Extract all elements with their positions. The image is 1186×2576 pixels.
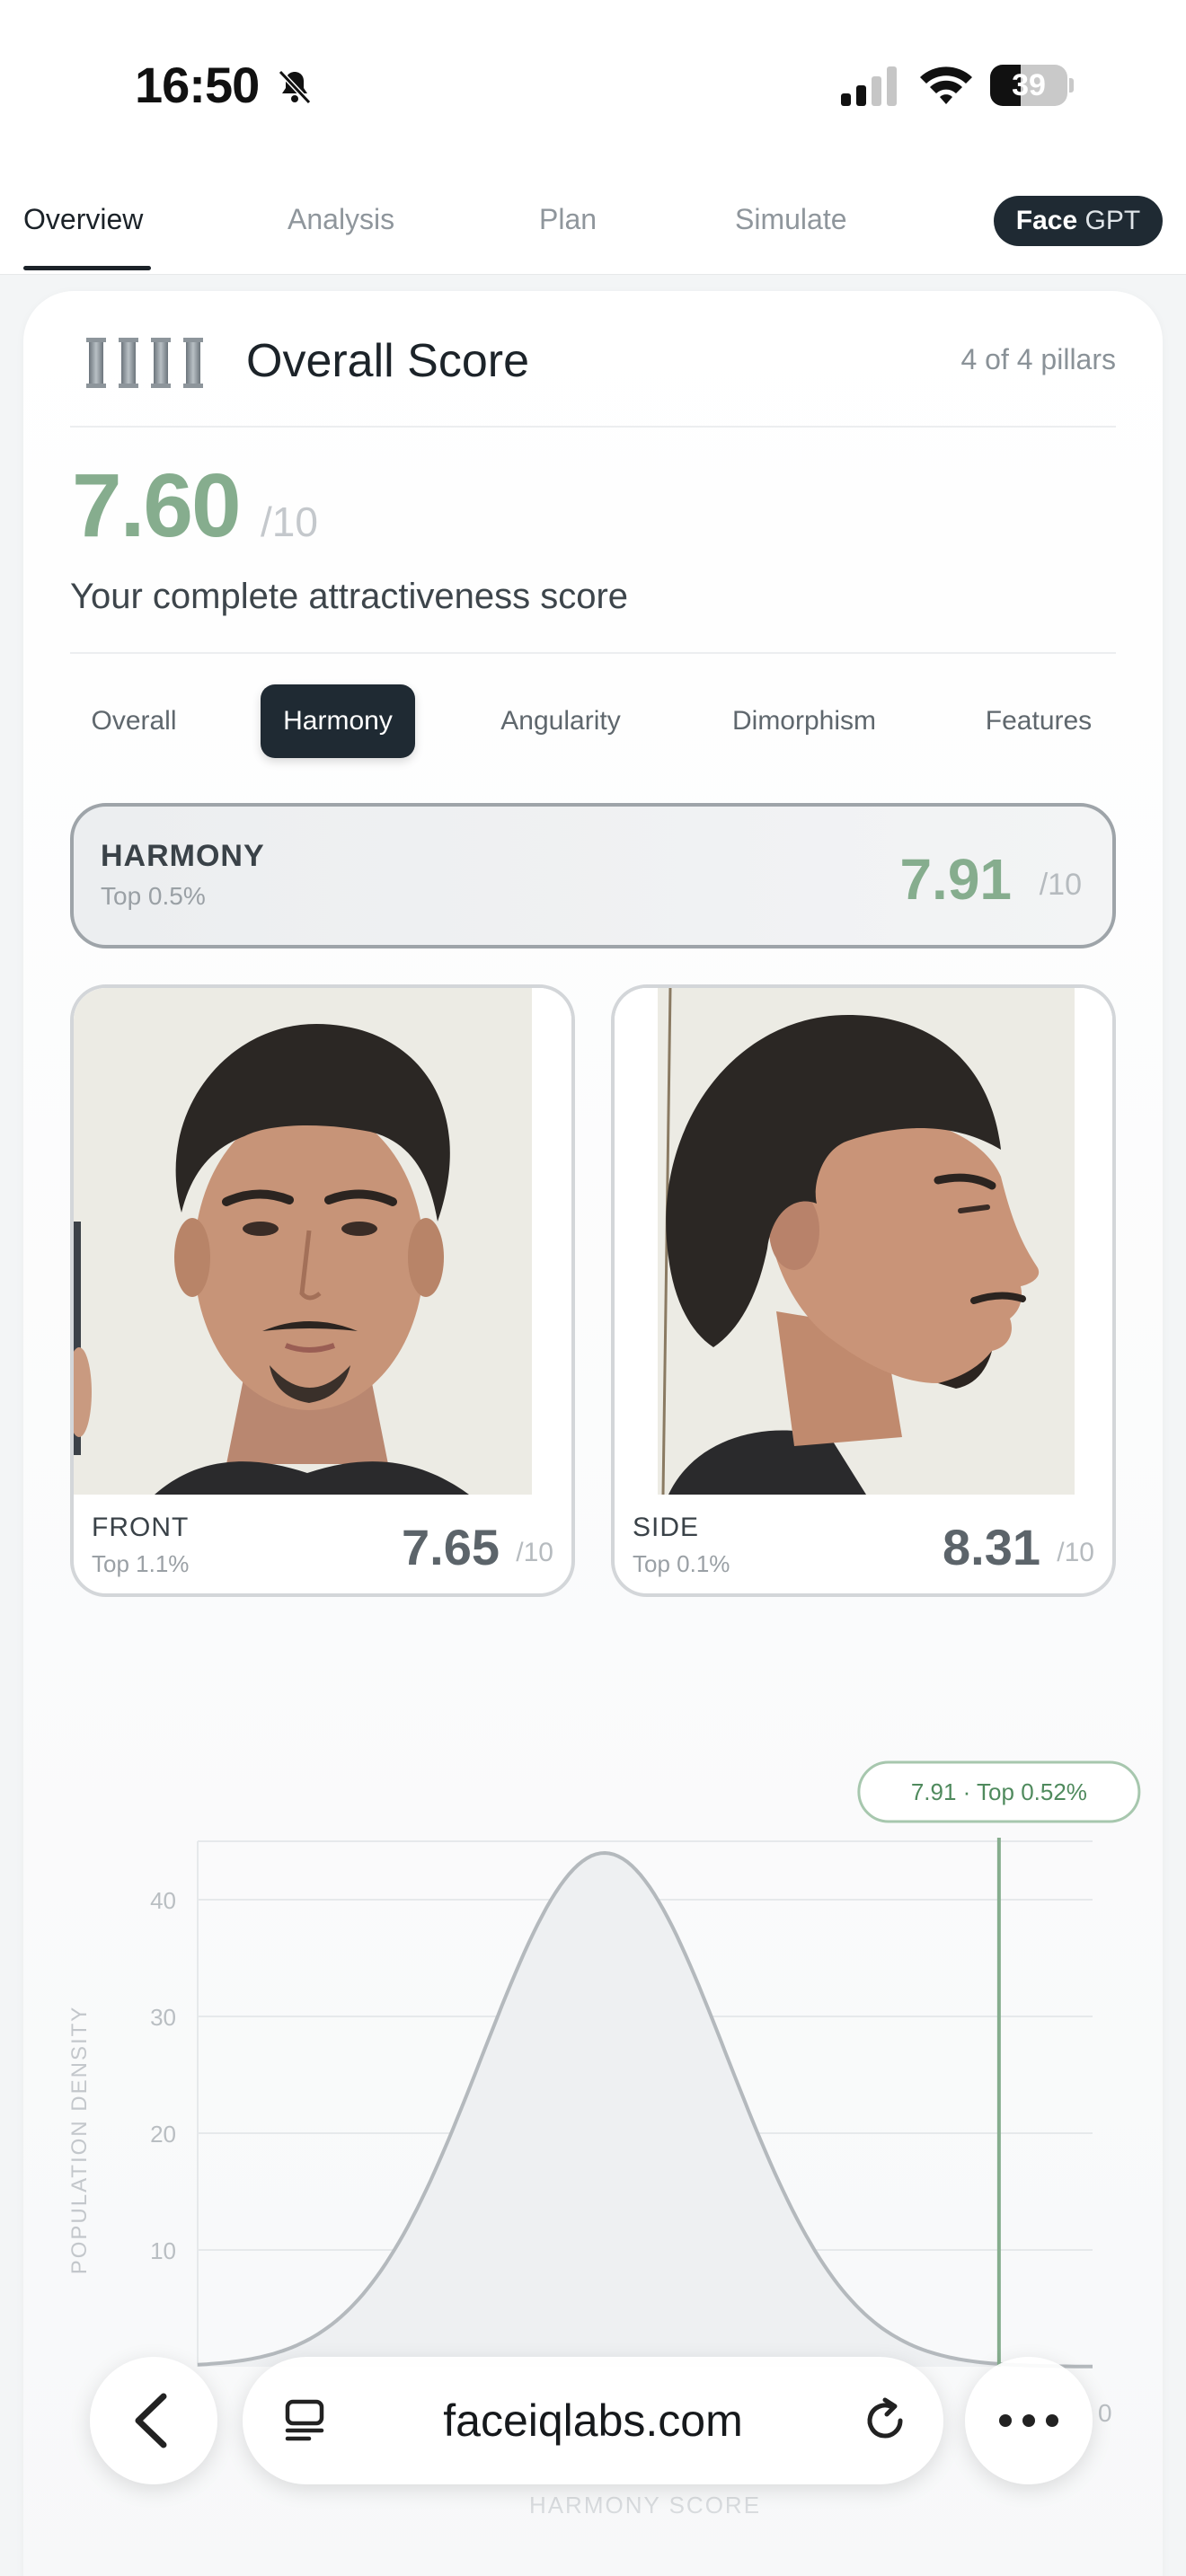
distribution-area: [198, 1853, 1093, 2367]
y-tick-label: 20: [150, 2121, 176, 2148]
overall-score-title: Overall Score: [246, 335, 529, 387]
wifi-icon: [920, 66, 972, 104]
back-button[interactable]: [90, 2357, 217, 2484]
segment-features[interactable]: Features: [967, 684, 1111, 758]
front-photo-card[interactable]: FRONT Top 1.1% 7.65 /10: [70, 984, 575, 1597]
side-photo-card[interactable]: SIDE Top 0.1% 8.31 /10: [611, 984, 1116, 1597]
chevron-left-icon: [135, 2393, 167, 2448]
status-time: 16:50: [135, 57, 260, 113]
address-bar[interactable]: faceiqlabs.com: [243, 2357, 943, 2484]
url-text: faceiqlabs.com: [443, 2395, 743, 2446]
divider: [70, 426, 1116, 428]
y-tick-label: 30: [150, 2004, 176, 2031]
bell-muted-icon: [278, 69, 312, 105]
pillars-count: 4 of 4 pillars: [960, 343, 1116, 375]
harmony-score-banner: HARMONY Top 0.5% 7.91 /10: [70, 803, 1116, 948]
side-face-photo: [615, 988, 1112, 1495]
side-rank: Top 0.1%: [633, 1550, 730, 1577]
overall-score-value: 7.60: [72, 455, 242, 556]
segment-angularity[interactable]: Angularity: [474, 684, 647, 758]
divider: [70, 652, 1116, 654]
segment-harmony[interactable]: Harmony: [261, 684, 415, 758]
side-score-value: 8.31: [943, 1519, 1040, 1575]
front-score-denominator: /10: [516, 1538, 553, 1567]
side-score-denominator: /10: [1057, 1538, 1094, 1567]
more-dots-icon: [999, 2414, 1058, 2427]
harmony-rank: Top 0.5%: [101, 882, 206, 910]
harmony-score-denominator: /10: [1039, 868, 1082, 902]
side-label: SIDE: [633, 1513, 700, 1542]
top-nav: Overview Analysis Plan Simulate Face GPT: [0, 171, 1186, 275]
front-label: FRONT: [92, 1513, 190, 1542]
facegpt-label-light: GPT: [1084, 206, 1141, 235]
more-button[interactable]: [965, 2357, 1093, 2484]
front-face-photo: [74, 988, 571, 1495]
overall-score-caption: Your complete attractiveness score: [70, 577, 629, 616]
status-bar: 16:50 39: [0, 0, 1186, 171]
reload-icon[interactable]: [861, 2396, 909, 2445]
battery-percent: 39: [1012, 68, 1046, 102]
facegpt-label-bold: Face: [1015, 206, 1078, 235]
front-score-value: 7.65: [402, 1519, 500, 1575]
tab-plan[interactable]: Plan: [539, 203, 597, 236]
active-tab-indicator: [23, 266, 151, 270]
tab-simulate[interactable]: Simulate: [735, 203, 847, 236]
y-axis-label: POPULATION DENSITY: [67, 2006, 92, 2275]
tab-overview[interactable]: Overview: [23, 203, 143, 236]
y-tick-label: 10: [150, 2237, 176, 2264]
harmony-title: HARMONY: [101, 839, 265, 873]
overall-score-denominator: /10: [261, 498, 318, 545]
y-tick-label: 40: [150, 1887, 176, 1914]
pillars-icon: [86, 338, 203, 388]
battery-icon: 39: [990, 65, 1074, 106]
harmony-score-value: 7.91: [899, 847, 1012, 912]
x-tick-label: 0: [1098, 2399, 1112, 2427]
cellular-signal-icon: [841, 66, 897, 106]
segment-overall[interactable]: Overall: [70, 684, 198, 758]
tab-analysis[interactable]: Analysis: [288, 203, 394, 236]
segment-dimorphism[interactable]: Dimorphism: [710, 684, 898, 758]
x-axis-label: HARMONY SCORE: [529, 2492, 761, 2519]
front-rank: Top 1.1%: [92, 1550, 190, 1577]
score-marker-label: 7.91 · Top 0.52%: [911, 1778, 1087, 1805]
facegpt-button[interactable]: Face GPT: [994, 196, 1163, 246]
